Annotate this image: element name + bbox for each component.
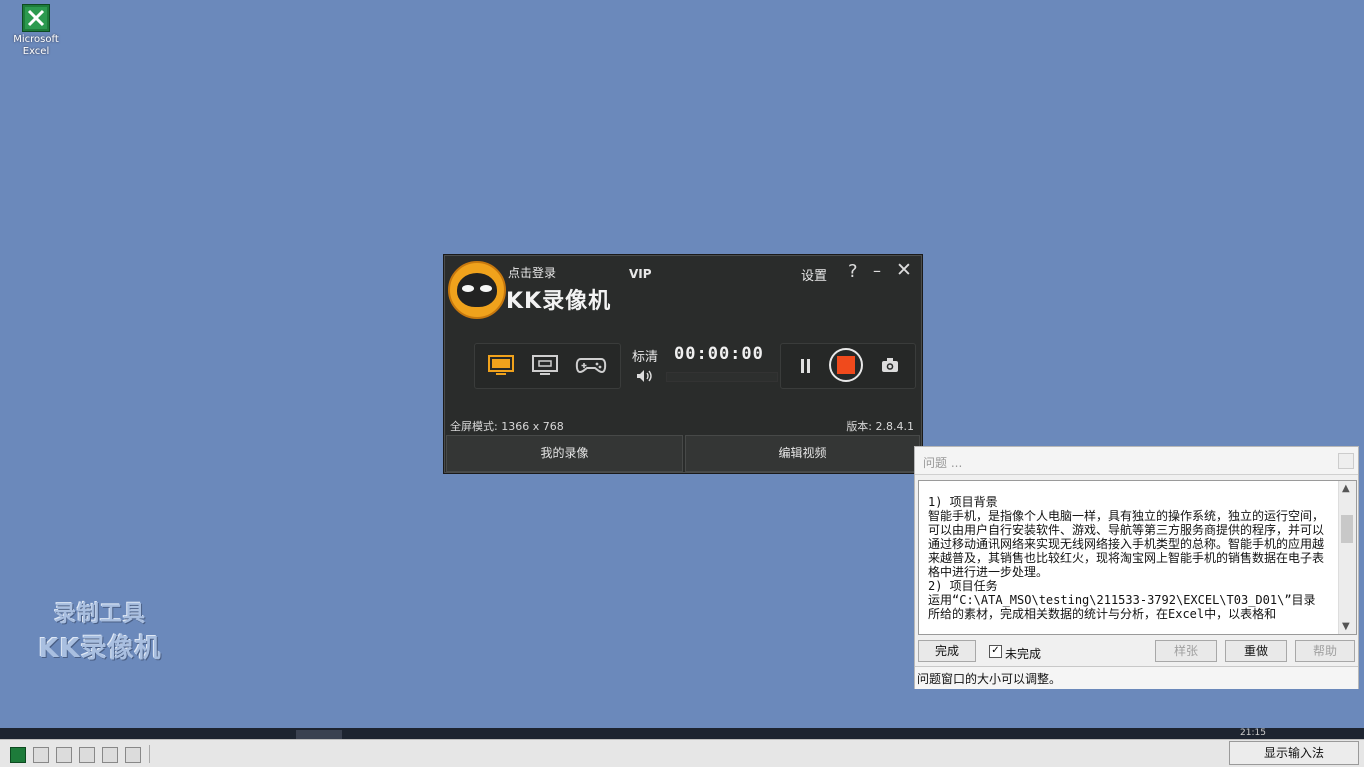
scrollbar-thumb[interactable] (1341, 515, 1353, 543)
app-icon[interactable] (56, 747, 72, 763)
show-ime-button[interactable]: 显示输入法 (1229, 741, 1359, 765)
done-button[interactable]: 完成 (918, 640, 976, 662)
close-icon[interactable] (1338, 453, 1354, 469)
window-icon[interactable] (531, 354, 563, 378)
close-button[interactable]: ✕ (896, 259, 912, 281)
tool-icon[interactable] (125, 747, 141, 763)
taskbar-app-tab[interactable] (296, 730, 342, 739)
watermark: 录制工具 KK录像机 (30, 596, 170, 665)
question-title: 问题 ... (923, 456, 963, 470)
login-link[interactable]: 点击登录 (508, 264, 556, 281)
watermark-line1: 录制工具 (53, 602, 146, 627)
record-controls (780, 343, 916, 389)
record-mode-group (474, 343, 621, 389)
camera-icon[interactable] (881, 357, 899, 375)
raccoon-logo-icon (448, 261, 506, 319)
question-panel: 问题 ... 1) 项目背景 智能手机，是指像个人电脑一样，具有独立的操作系统，… (914, 446, 1359, 689)
record-stop-icon[interactable] (829, 348, 863, 382)
settings-button[interactable]: 设置 (801, 265, 827, 284)
app-icon[interactable] (79, 747, 95, 763)
version-info: 版本: 2.8.4.1 (846, 420, 914, 433)
help-button[interactable]: ? (848, 261, 858, 282)
taskbar-clock: 21:15 (1240, 728, 1266, 738)
desktop-icon-label: Microsoft Excel (13, 34, 59, 57)
desktop-icon-excel[interactable]: Microsoft Excel (8, 4, 64, 58)
question-text-area[interactable]: 1) 项目背景 智能手机，是指像个人电脑一样，具有独立的操作系统，独立的运行空间… (918, 480, 1357, 635)
quality-selector[interactable]: 标清 (632, 346, 658, 365)
help-button-question[interactable]: 帮助 (1295, 640, 1355, 662)
app-taskbar: 显示输入法 (0, 739, 1364, 767)
kk-recorder-window: 点击登录 VIP KK录像机 设置 ? – ✕ 标清 00:00:00 全屏模式… (443, 254, 923, 474)
scroll-down-icon[interactable]: ▼ (1342, 621, 1350, 632)
minimize-button[interactable]: – (873, 261, 881, 280)
system-taskbar: 21:15 (0, 728, 1364, 739)
watermark-line2: KK录像机 (38, 634, 162, 664)
unfinished-checkbox[interactable]: ✓ (989, 645, 1002, 658)
volume-icon[interactable] (636, 369, 654, 387)
word-icon[interactable] (33, 747, 49, 763)
scroll-up-icon[interactable]: ▲ (1342, 483, 1350, 494)
excel-icon[interactable] (10, 747, 26, 763)
volume-slider[interactable] (666, 372, 778, 382)
question-text: 1) 项目背景 智能手机，是指像个人电脑一样，具有独立的操作系统，独立的运行空间… (928, 495, 1325, 621)
question-title-bar: 问题 ... (915, 447, 1358, 475)
taskbar-separator (149, 745, 150, 763)
gamepad-icon[interactable] (575, 354, 607, 378)
vip-link[interactable]: VIP (629, 267, 652, 281)
vertical-scrollbar[interactable]: ▲ ▼ (1338, 481, 1356, 634)
record-timer: 00:00:00 (674, 344, 764, 364)
my-recordings-button[interactable]: 我的录像 (446, 435, 683, 472)
screen-icon[interactable] (487, 354, 519, 378)
redo-button[interactable]: 重做 (1225, 640, 1287, 662)
unfinished-label: 未完成 (1005, 647, 1042, 661)
app-title: KK录像机 (506, 289, 612, 314)
excel-icon (22, 4, 50, 32)
fullscreen-mode-info: 全屏模式: 1366 x 768 (450, 420, 564, 433)
resize-hint: 问题窗口的大小可以调整。 (915, 666, 1358, 689)
sample-button[interactable]: 样张 (1155, 640, 1217, 662)
pen-icon[interactable] (102, 747, 118, 763)
edit-video-button[interactable]: 编辑视频 (685, 435, 920, 472)
pause-icon[interactable] (801, 359, 804, 373)
